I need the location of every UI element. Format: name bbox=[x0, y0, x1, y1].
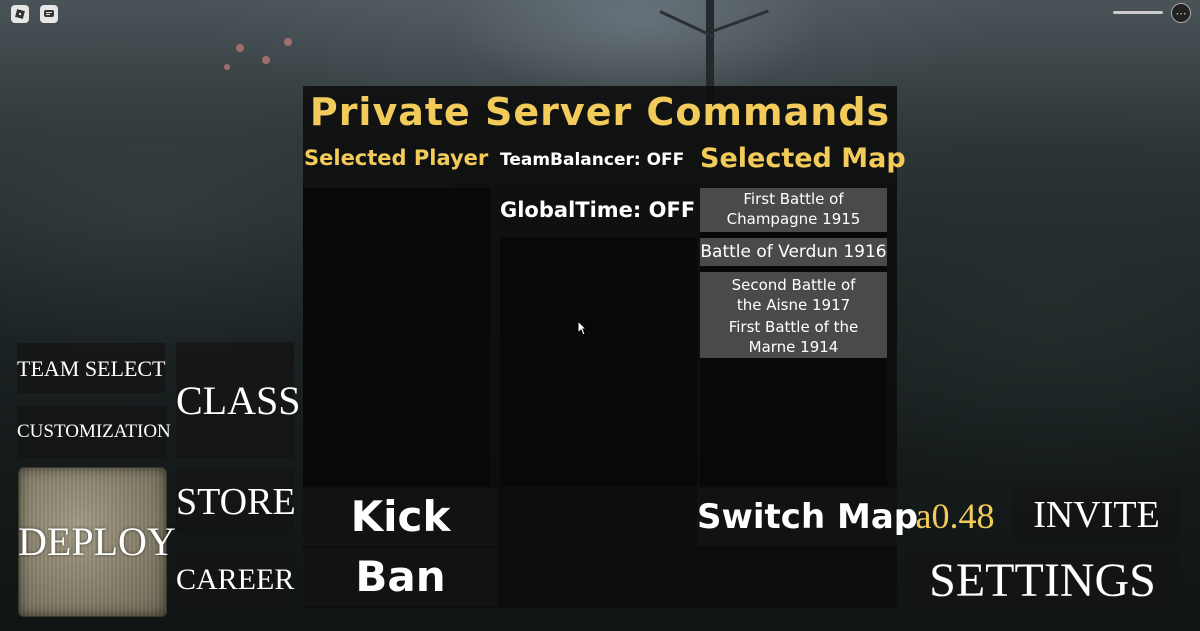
chat-icon[interactable] bbox=[40, 5, 58, 23]
map-item-group: Second Battle of the Aisne 1917 First Ba… bbox=[700, 272, 887, 358]
global-time-toggle[interactable]: GlobalTime: OFF bbox=[500, 198, 697, 222]
customization-button[interactable]: CUSTOMIZATION bbox=[17, 406, 171, 458]
roblox-topbar-divider bbox=[1113, 11, 1163, 14]
career-button[interactable]: CAREER bbox=[176, 552, 294, 608]
settings-button[interactable]: SETTINGS bbox=[905, 550, 1180, 612]
map-item[interactable]: First Battle of the Marne 1914 bbox=[700, 317, 887, 357]
selected-player-header: Selected Player bbox=[304, 146, 489, 170]
invite-button[interactable]: INVITE bbox=[1013, 488, 1180, 542]
selected-map-header: Selected Map bbox=[700, 143, 906, 174]
class-button[interactable]: CLASS bbox=[176, 342, 301, 458]
team-select-button[interactable]: TEAM SELECT bbox=[17, 343, 166, 393]
store-button[interactable]: STORE bbox=[176, 470, 296, 534]
player-list[interactable] bbox=[303, 188, 490, 486]
background-blossom bbox=[224, 64, 230, 70]
roblox-logo-icon[interactable] bbox=[11, 5, 29, 23]
map-item[interactable]: First Battle of Champagne 1915 bbox=[700, 188, 887, 232]
background-blossom bbox=[262, 56, 270, 64]
more-options-icon[interactable]: ⋯ bbox=[1171, 3, 1191, 23]
background-blossom bbox=[284, 38, 292, 46]
version-label: a0.48 bbox=[915, 496, 995, 536]
background-blossom bbox=[236, 44, 244, 52]
switch-map-button[interactable]: Switch Map bbox=[697, 488, 918, 546]
mouse-cursor-icon bbox=[577, 319, 588, 340]
background-tree-branch bbox=[711, 9, 769, 33]
team-balancer-toggle[interactable]: TeamBalancer: OFF bbox=[500, 150, 697, 170]
map-item[interactable]: Battle of Verdun 1916 bbox=[700, 238, 887, 266]
deploy-label: DEPLOY bbox=[18, 519, 176, 564]
settings-column bbox=[500, 238, 697, 486]
ban-button[interactable]: Ban bbox=[303, 548, 498, 606]
panel-title: Private Server Commands bbox=[309, 90, 891, 134]
kick-button[interactable]: Kick bbox=[303, 488, 498, 546]
map-item[interactable]: Second Battle of the Aisne 1917 bbox=[700, 275, 887, 315]
